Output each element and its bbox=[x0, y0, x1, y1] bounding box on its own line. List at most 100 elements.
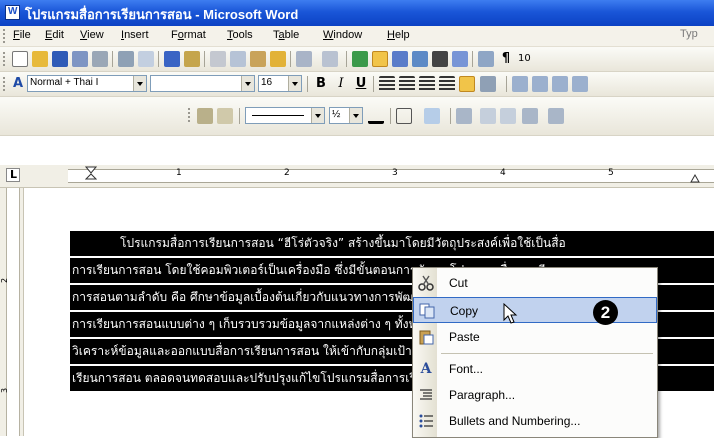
menu-item-font[interactable]: A Font... bbox=[413, 356, 657, 382]
justify-icon[interactable] bbox=[439, 76, 455, 92]
italic-button[interactable]: I bbox=[333, 76, 349, 92]
insert-table-icon[interactable] bbox=[392, 51, 408, 67]
zoom-partial[interactable]: 10 bbox=[518, 53, 531, 64]
shading-color-icon[interactable] bbox=[424, 108, 440, 124]
window-title: โปรแกรมสื่อการเรียนการสอน - Microsoft Wo… bbox=[25, 7, 299, 22]
menu-window[interactable]: Window bbox=[323, 29, 362, 41]
numbering-icon[interactable] bbox=[512, 76, 528, 92]
styles-pane-icon[interactable]: A bbox=[10, 76, 26, 92]
draw-table-icon[interactable] bbox=[197, 108, 213, 124]
menu-item-bullets[interactable]: Bullets and Numbering... bbox=[413, 408, 657, 434]
align-left-icon[interactable] bbox=[379, 76, 395, 92]
research-icon[interactable] bbox=[184, 51, 200, 67]
drawing-icon[interactable] bbox=[452, 51, 468, 67]
permission-icon[interactable] bbox=[72, 51, 88, 67]
menu-tools[interactable]: Tools bbox=[227, 29, 253, 41]
menu-bar: File Edit View Insert Format Tools Table… bbox=[0, 26, 714, 47]
selected-text-line[interactable]: โปรแกรมสื่อการเรียนการสอน “ฮีโร่ตัวจริง”… bbox=[70, 231, 714, 256]
distribute-rows-icon[interactable] bbox=[548, 108, 564, 124]
menu-item-label: Bullets and Numbering... bbox=[449, 414, 581, 428]
menu-view[interactable]: View bbox=[80, 29, 104, 41]
show-hide-icon[interactable]: ¶ bbox=[498, 51, 514, 67]
spelling-icon[interactable] bbox=[164, 51, 180, 67]
hyperlink-icon[interactable] bbox=[352, 51, 368, 67]
word-app-icon[interactable] bbox=[5, 5, 20, 20]
line-style-combobox[interactable] bbox=[245, 107, 325, 124]
indent-marker[interactable] bbox=[84, 166, 98, 186]
ruler-number: 3 bbox=[392, 168, 398, 178]
menu-item-label: Copy bbox=[450, 304, 479, 318]
mouse-pointer-icon bbox=[503, 302, 519, 325]
ruler-number: 4 bbox=[500, 168, 506, 178]
menu-file[interactable]: File bbox=[13, 29, 31, 41]
menu-item-cut[interactable]: Cut bbox=[413, 270, 657, 296]
paste-icon[interactable] bbox=[250, 51, 266, 67]
new-document-icon[interactable] bbox=[12, 51, 28, 67]
bold-button[interactable]: B bbox=[313, 76, 329, 92]
scissors-icon bbox=[418, 275, 434, 291]
menu-item-copy[interactable]: Copy bbox=[413, 297, 657, 323]
tables-borders-toolbar: ½ bbox=[0, 97, 714, 136]
toolbar-grip[interactable] bbox=[3, 52, 8, 66]
print-preview-icon[interactable] bbox=[118, 51, 134, 67]
paragraph-icon bbox=[418, 387, 434, 403]
menubar-grip[interactable] bbox=[3, 29, 8, 43]
split-cells-icon[interactable] bbox=[500, 108, 516, 124]
decrease-indent-icon[interactable] bbox=[552, 76, 568, 92]
copy-icon bbox=[419, 303, 435, 319]
tables-borders-icon[interactable] bbox=[372, 51, 388, 67]
line-spacing-icon[interactable] bbox=[480, 76, 496, 92]
menu-edit[interactable]: Edit bbox=[45, 29, 64, 41]
merge-cells-icon[interactable] bbox=[480, 108, 496, 124]
tab-selector[interactable] bbox=[6, 168, 20, 182]
undo-icon[interactable] bbox=[296, 51, 312, 67]
preview-icon[interactable] bbox=[138, 51, 154, 67]
ruler-number: 1 bbox=[176, 168, 182, 178]
bullets-icon[interactable] bbox=[532, 76, 548, 92]
font-icon: A bbox=[420, 361, 432, 377]
title-bar: โปรแกรมสื่อการเรียนการสอน - Microsoft Wo… bbox=[0, 0, 714, 26]
underline-button[interactable]: U bbox=[353, 76, 369, 92]
step-badge: 2 bbox=[593, 300, 618, 325]
border-color-icon[interactable] bbox=[368, 108, 384, 124]
type-question-box[interactable]: Typ bbox=[680, 28, 714, 42]
menu-table[interactable]: Table bbox=[273, 29, 299, 41]
align-right-icon[interactable] bbox=[419, 76, 435, 92]
menu-item-label: Cut bbox=[449, 276, 468, 290]
outside-border-icon[interactable] bbox=[396, 108, 412, 124]
toolbar-grip[interactable] bbox=[188, 108, 193, 122]
vruler-number: 3 bbox=[0, 387, 10, 394]
print-icon[interactable] bbox=[92, 51, 108, 67]
line-weight-combobox[interactable]: ½ bbox=[329, 107, 363, 124]
document-map-icon[interactable] bbox=[478, 51, 494, 67]
thai-distributed-icon[interactable] bbox=[459, 76, 475, 92]
increase-indent-icon[interactable] bbox=[572, 76, 588, 92]
font-size-combobox[interactable]: 16 bbox=[258, 75, 302, 92]
insert-excel-icon[interactable] bbox=[412, 51, 428, 67]
columns-icon[interactable] bbox=[432, 51, 448, 67]
ruler-number: 2 bbox=[284, 168, 290, 178]
menu-format[interactable]: Format bbox=[171, 29, 206, 41]
open-folder-icon[interactable] bbox=[32, 51, 48, 67]
align-center-icon[interactable] bbox=[399, 76, 415, 92]
font-combobox[interactable] bbox=[150, 75, 255, 92]
menu-help[interactable]: Help bbox=[387, 29, 410, 41]
toolbar-grip[interactable] bbox=[3, 77, 8, 91]
right-indent-marker[interactable] bbox=[690, 173, 700, 186]
menu-item-paragraph[interactable]: Paragraph... bbox=[413, 382, 657, 408]
insert-table-icon[interactable] bbox=[456, 108, 472, 124]
vertical-ruler[interactable]: 2 3 bbox=[0, 188, 24, 436]
redo-icon[interactable] bbox=[322, 51, 338, 67]
format-painter-icon[interactable] bbox=[270, 51, 286, 67]
align-icon[interactable] bbox=[522, 108, 538, 124]
paste-icon bbox=[418, 329, 434, 345]
horizontal-ruler[interactable]: 1 2 3 4 5 bbox=[0, 165, 714, 188]
style-combobox[interactable]: Normal + Thai I bbox=[27, 75, 147, 92]
menu-insert[interactable]: Insert bbox=[121, 29, 149, 41]
copy-icon[interactable] bbox=[230, 51, 246, 67]
menu-item-label: Font... bbox=[449, 362, 484, 376]
cut-icon[interactable] bbox=[210, 51, 226, 67]
menu-item-paste[interactable]: Paste bbox=[413, 324, 657, 350]
save-icon[interactable] bbox=[52, 51, 68, 67]
eraser-icon[interactable] bbox=[217, 108, 233, 124]
